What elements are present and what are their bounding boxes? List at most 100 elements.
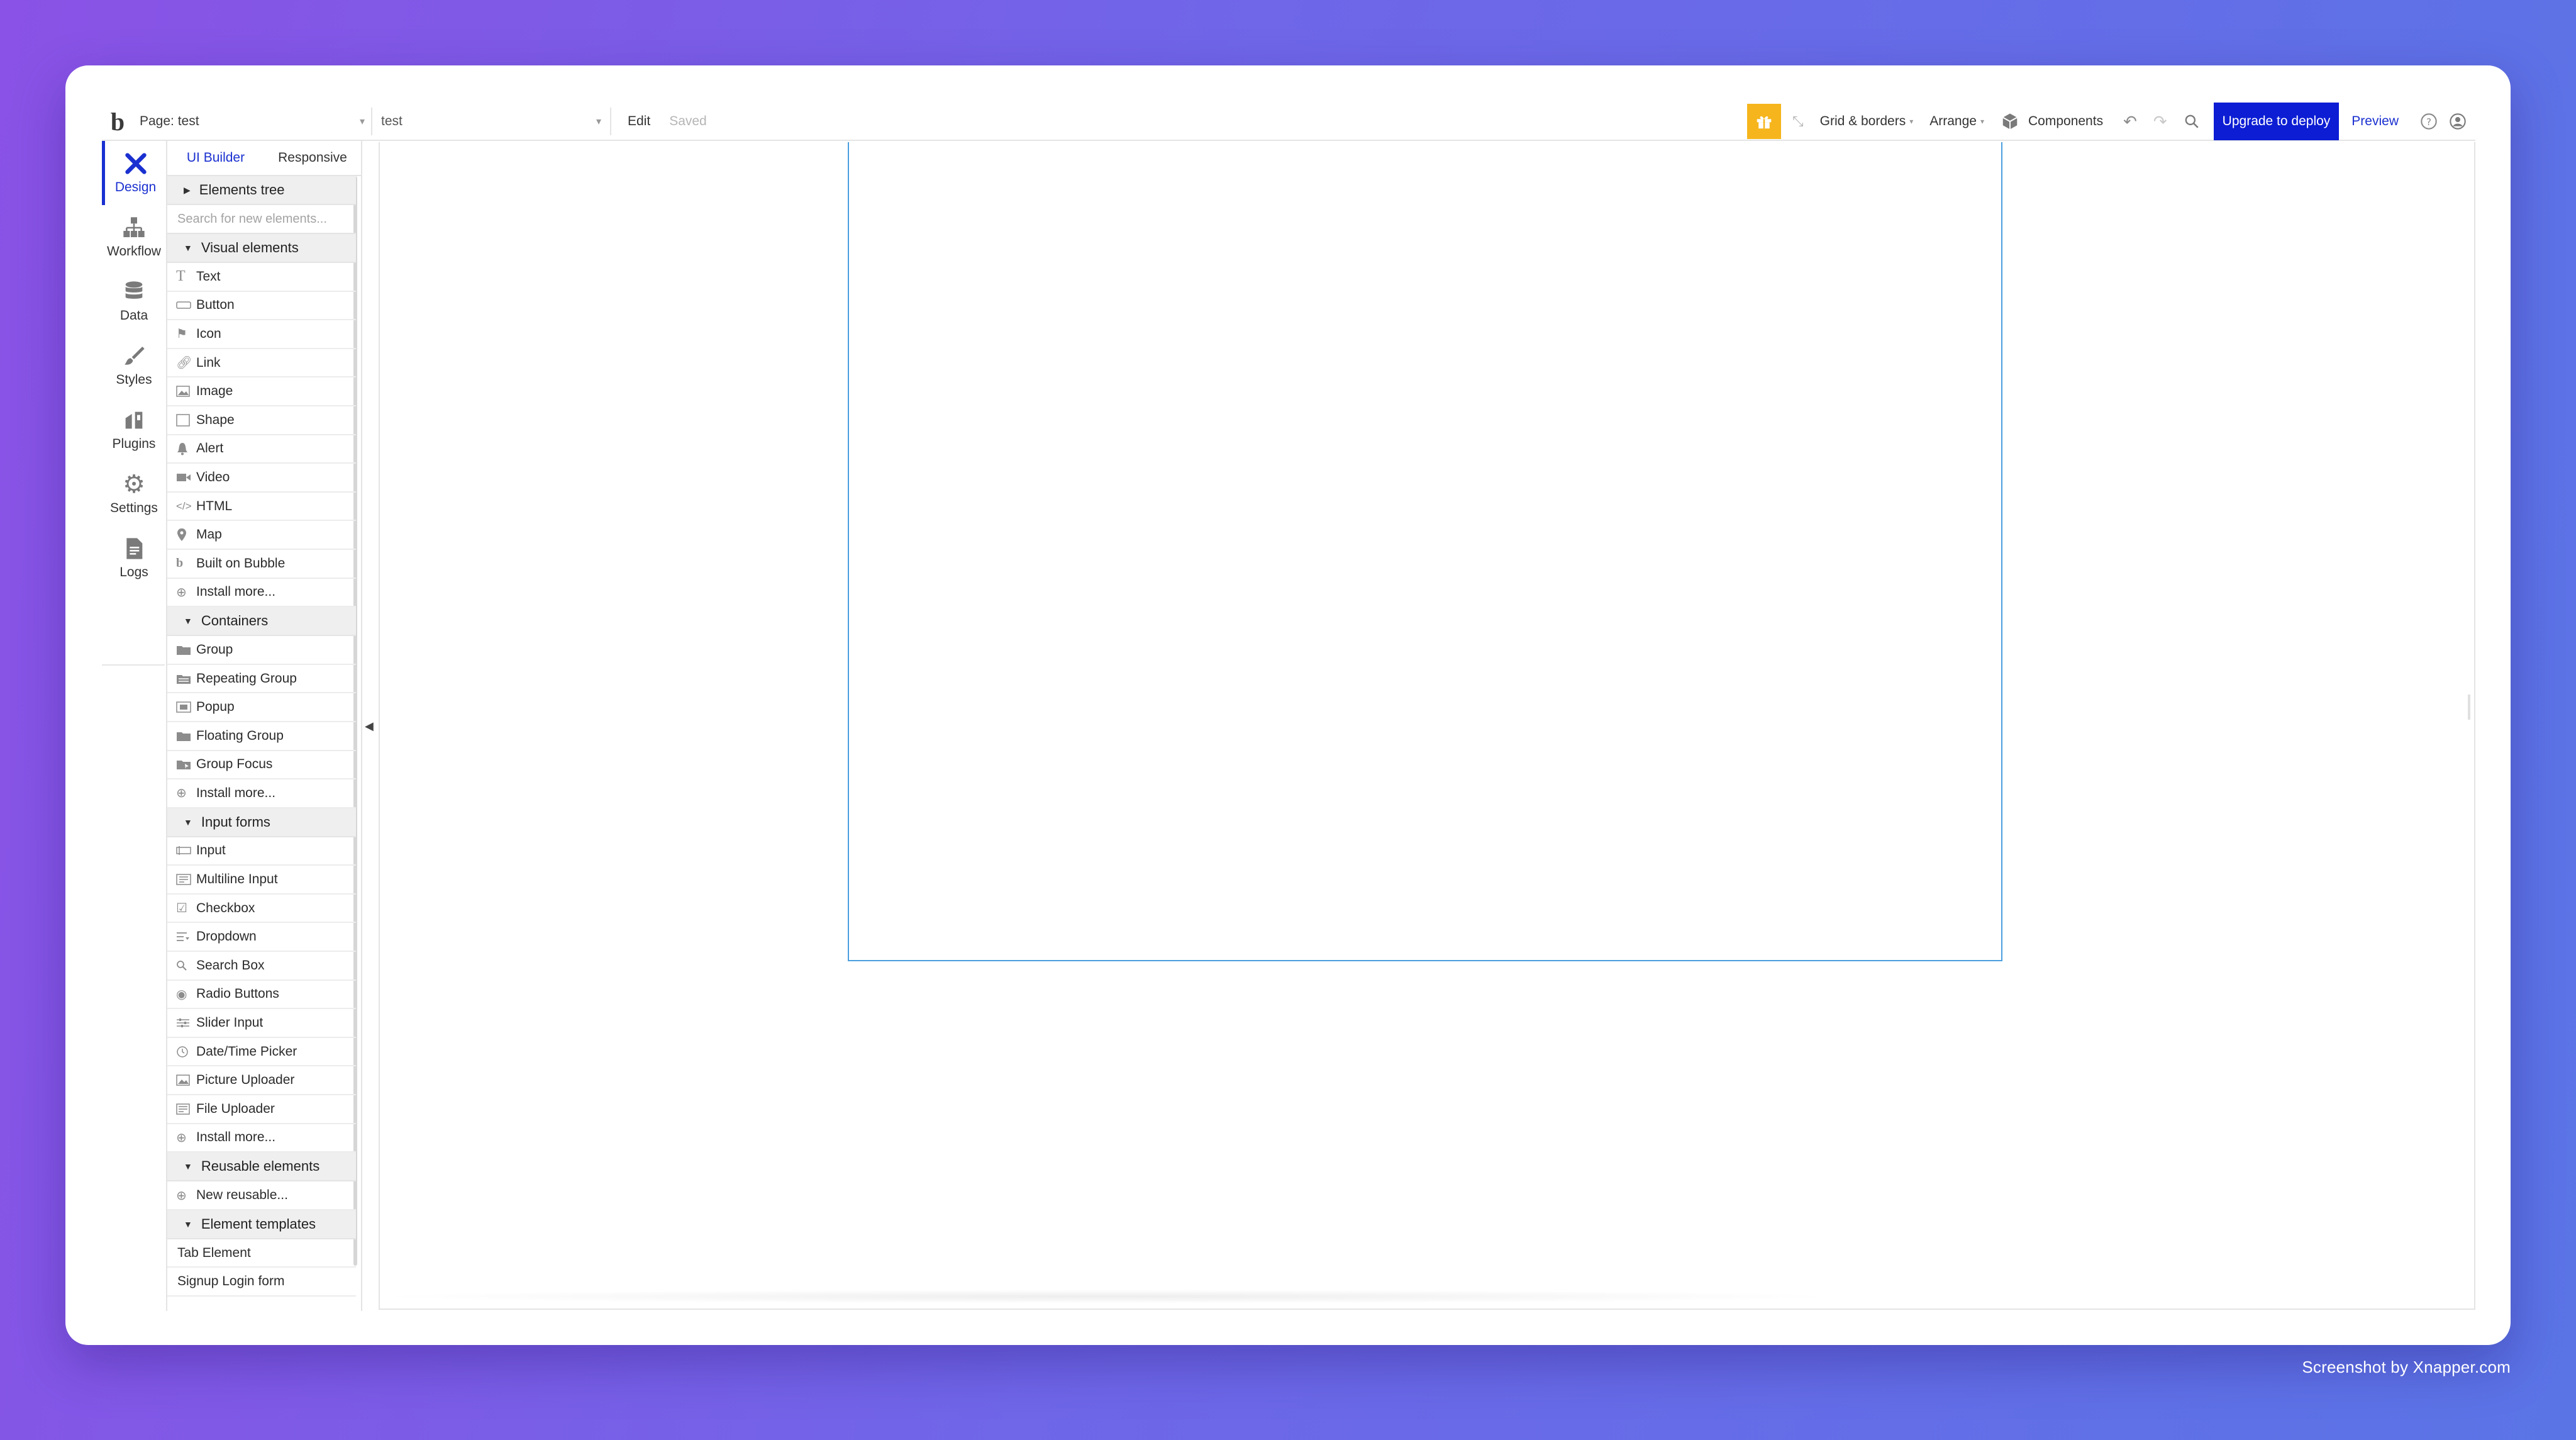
section-containers[interactable]: ▼ Containers	[167, 607, 356, 637]
grid-borders-label: Grid & borders	[1819, 114, 1906, 128]
element-checkbox[interactable]: ☑ Checkbox	[167, 895, 356, 924]
rail-item-label: Data	[119, 308, 148, 323]
canvas-shadow	[367, 1290, 1852, 1303]
template-signup-login-form[interactable]: Signup Login form	[167, 1268, 356, 1297]
rail-item-data[interactable]: Data	[102, 269, 166, 333]
plus-circle-icon: ⊕	[176, 1130, 187, 1145]
element-button[interactable]: Button	[167, 292, 356, 321]
rail-divider	[102, 664, 165, 666]
account-icon[interactable]	[2449, 113, 2467, 130]
element-file-uploader[interactable]: File Uploader	[167, 1095, 356, 1124]
element-dropdown[interactable]: Dropdown	[167, 923, 356, 952]
plus-circle-icon: ⊕	[176, 585, 187, 600]
page-frame[interactable]	[848, 142, 2002, 961]
preview-link[interactable]: Preview	[2351, 114, 2399, 129]
components-button[interactable]: Components	[2001, 112, 2103, 131]
arrange-label: Arrange	[1929, 114, 1977, 128]
element-link[interactable]: 🔗︎ Link	[167, 349, 356, 378]
canvas-resize-handle[interactable]	[2468, 695, 2470, 720]
elements-list: ▶ Elements tree Search for new elements.…	[167, 176, 356, 1297]
element-text[interactable]: T Text	[167, 263, 356, 292]
version-selector[interactable]: test ▾	[372, 108, 611, 135]
element-search-input[interactable]: Search for new elements...	[167, 205, 356, 234]
install-more-inputs[interactable]: ⊕ Install more...	[167, 1124, 356, 1153]
element-alert[interactable]: Alert	[167, 435, 356, 464]
collapse-panel-icon[interactable]: ◀	[365, 720, 374, 733]
element-repeating-group[interactable]: Repeating Group	[167, 665, 356, 694]
element-floating-group[interactable]: Floating Group	[167, 722, 356, 751]
element-image[interactable]: Image	[167, 377, 356, 406]
arrange-menu[interactable]: Arrange ▾	[1929, 114, 1984, 129]
chevron-down-icon: ▾	[1909, 117, 1914, 126]
tab-responsive[interactable]: Responsive	[264, 150, 361, 165]
element-html[interactable]: </> HTML	[167, 493, 356, 522]
element-date-time-picker[interactable]: Date/Time Picker	[167, 1038, 356, 1067]
element-group-focus[interactable]: Group Focus	[167, 751, 356, 780]
grid-borders-menu[interactable]: Grid & borders ▾	[1820, 114, 1914, 129]
design-canvas[interactable]	[379, 142, 2475, 1310]
rail-item-settings[interactable]: ⚙ Settings	[102, 462, 166, 526]
top-toolbar: b Page: test ▾ test ▾ Edit Saved ⤡ Grid …	[102, 103, 2475, 141]
gift-button[interactable]	[1747, 104, 1782, 139]
rail-item-styles[interactable]: Styles	[102, 333, 166, 398]
document-icon	[126, 538, 143, 559]
element-label: Floating Group	[196, 728, 284, 743]
left-rail: Design Workflow Data Styles Plugins ⚙ Se…	[102, 141, 166, 1218]
section-reusable-elements[interactable]: ▼ Reusable elements	[167, 1153, 356, 1182]
element-map[interactable]: Map	[167, 521, 356, 550]
radio-icon: ◉	[176, 987, 187, 1002]
map-pin-icon	[176, 528, 196, 542]
workflow-icon	[123, 217, 145, 237]
template-tab-element[interactable]: Tab Element	[167, 1239, 356, 1268]
cursor-icon[interactable]: ⤡	[1792, 113, 1804, 130]
redo-icon[interactable]: ↷	[2153, 112, 2167, 131]
page-selector-label: Page: test	[140, 114, 199, 128]
section-input-forms[interactable]: ▼ Input forms	[167, 808, 356, 837]
element-picture-uploader[interactable]: Picture Uploader	[167, 1066, 356, 1096]
clock-icon	[176, 1046, 196, 1058]
element-multiline-input[interactable]: Multiline Input	[167, 866, 356, 895]
element-video[interactable]: Video	[167, 464, 356, 493]
rail-item-logs[interactable]: Logs	[102, 526, 166, 590]
element-group[interactable]: Group	[167, 636, 356, 665]
install-more-visual[interactable]: ⊕ Install more...	[167, 579, 356, 608]
database-icon	[125, 281, 143, 299]
element-input[interactable]: Input	[167, 837, 356, 866]
caret-right-icon: ▶	[184, 184, 191, 195]
element-label: Video	[196, 469, 230, 484]
edit-menu[interactable]: Edit	[628, 114, 650, 129]
undo-icon[interactable]: ↶	[2123, 112, 2137, 131]
element-slider-input[interactable]: Slider Input	[167, 1009, 356, 1038]
save-status: Saved	[669, 114, 707, 128]
element-label: Slider Input	[196, 1015, 264, 1030]
new-reusable[interactable]: ⊕ New reusable...	[167, 1181, 356, 1210]
slider-icon	[176, 1017, 196, 1029]
svg-text:?: ?	[2426, 116, 2431, 128]
rail-item-plugins[interactable]: Plugins	[102, 398, 166, 462]
element-popup[interactable]: Popup	[167, 693, 356, 722]
rail-item-workflow[interactable]: Workflow	[102, 205, 166, 269]
popup-icon	[176, 701, 196, 713]
install-more-containers[interactable]: ⊕ Install more...	[167, 779, 356, 808]
caret-down-icon: ▼	[184, 616, 192, 627]
search-icon	[176, 960, 196, 971]
tab-ui-builder[interactable]: UI Builder	[167, 150, 264, 165]
chevron-down-icon: ▾	[359, 116, 365, 127]
elements-tree-toggle[interactable]: ▶ Elements tree	[167, 176, 356, 205]
rail-item-design[interactable]: Design	[102, 141, 166, 205]
section-element-templates[interactable]: ▼ Element templates	[167, 1210, 356, 1239]
bubble-logo[interactable]: b	[102, 107, 133, 137]
image-icon	[176, 386, 196, 397]
section-visual-elements[interactable]: ▼ Visual elements	[167, 234, 356, 263]
element-icon[interactable]: ⚑ Icon	[167, 320, 356, 349]
element-search-box[interactable]: Search Box	[167, 952, 356, 981]
upgrade-button[interactable]: Upgrade to deploy	[2213, 103, 2340, 140]
element-radio-buttons[interactable]: ◉ Radio Buttons	[167, 981, 356, 1010]
element-label: File Uploader	[196, 1101, 275, 1116]
help-icon[interactable]: ?	[2420, 113, 2438, 130]
cube-icon	[2002, 113, 2018, 130]
element-shape[interactable]: Shape	[167, 406, 356, 435]
page-selector[interactable]: Page: test ▾	[133, 108, 372, 135]
search-icon[interactable]	[2184, 113, 2200, 130]
element-built-on-bubble[interactable]: b Built on Bubble	[167, 550, 356, 579]
